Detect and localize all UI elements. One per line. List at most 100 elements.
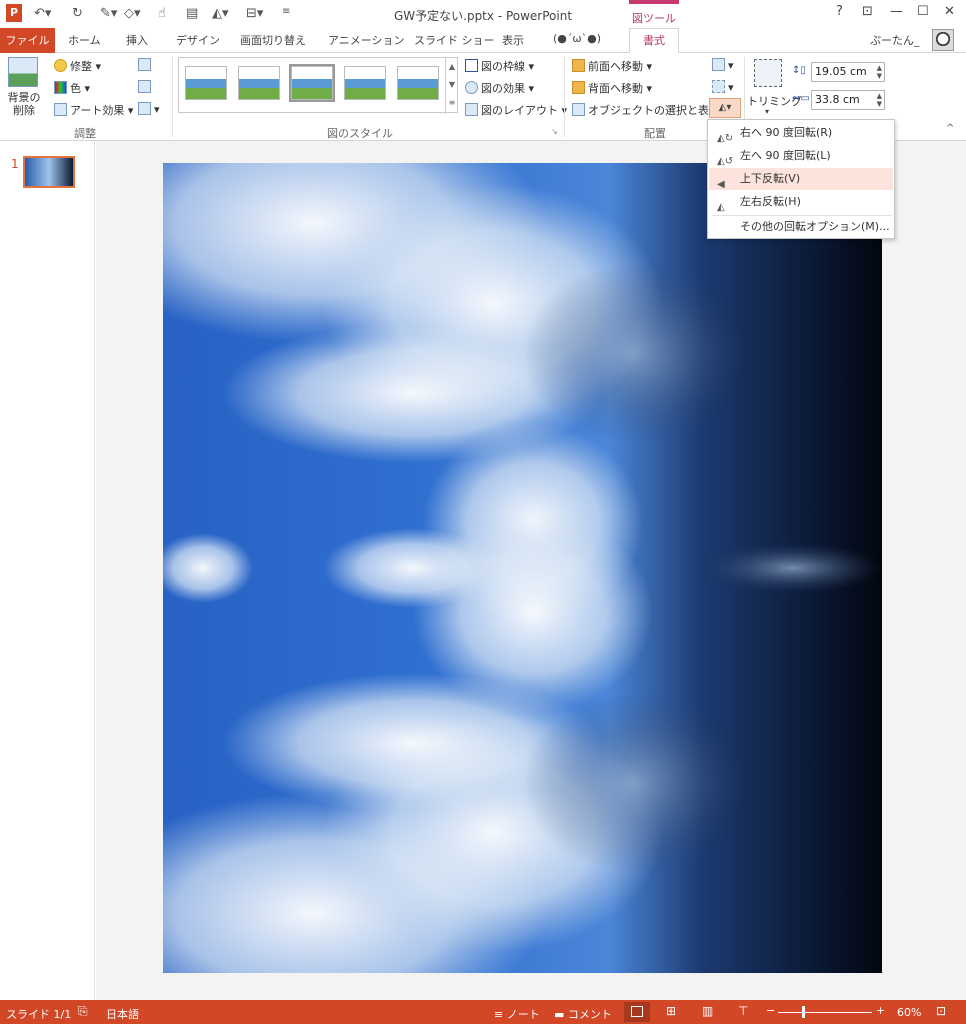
compress-pictures-icon[interactable] [138,58,154,72]
user-name[interactable]: ぷーたん_ [870,32,920,48]
change-picture-icon[interactable] [138,80,154,94]
tab-format[interactable]: 書式 [629,28,679,54]
tab-custom[interactable]: (●´ω`●) [553,32,601,45]
selection-pane-button[interactable]: オブジェクトの選択と表示 [572,102,720,118]
normal-view-button[interactable] [624,1002,650,1022]
help-button[interactable]: ? [836,4,843,19]
picture-tools-label: 図ツール [632,12,676,25]
reset-picture-icon[interactable]: ▾ [138,102,160,116]
picture-layout-label: 図のレイアウト [481,104,558,117]
picture-tools-context: 図ツール [629,0,679,28]
window-title: GW予定ない.pptx - PowerPoint [393,9,573,23]
rotate-left-90-item[interactable]: ◭↺ 左へ 90 度回転(L) [709,145,893,167]
zoom-level[interactable]: 60% [897,1006,921,1019]
group-divider [172,57,173,137]
comments-icon: ▬ [554,1008,568,1021]
reading-view-icon[interactable]: ▥ [702,1004,713,1018]
user-avatar[interactable] [932,29,954,51]
style-thumb-1[interactable] [185,66,227,100]
rotate-right-90-item[interactable]: ◭↻ 右へ 90 度回転(R) [709,122,893,144]
flip-vertical-item[interactable]: ◀ 上下反転(V) [709,168,893,190]
artistic-effects-label: アート効果 [70,104,125,117]
rotate-left-label: 左へ 90 度回転(L) [740,149,831,162]
picture-layout-button[interactable]: 図のレイアウト ▾ [465,102,567,118]
picture-effects-button[interactable]: 図の効果 ▾ [465,80,534,96]
comments-label: コメント [567,1008,612,1021]
style-thumb-4[interactable] [344,66,386,100]
width-spinner[interactable]: ▲ ▼ [877,92,882,108]
comments-button[interactable]: ▬ コメント [554,1006,612,1022]
gallery-scroll[interactable]: ▲ ▼ ≡ [445,58,458,114]
corrections-button[interactable]: 修整 ▾ [54,58,101,74]
spell-check-icon[interactable]: ⎘ [78,1004,88,1019]
picture-border-icon [465,59,478,72]
rotate-icon: ◭▾ [718,102,732,113]
more-rotation-options-item[interactable]: その他の回転オプション(M)... [709,216,893,238]
width-value: 33.8 cm [815,93,860,106]
style-thumb-5[interactable] [397,66,439,100]
align-icon[interactable]: ▾ [712,58,734,72]
tab-file[interactable]: ファイル [0,28,55,53]
slide-indicator: スライド 1/1 [6,1008,72,1021]
color-button[interactable]: 色 ▾ [54,80,90,96]
fit-to-window-icon[interactable]: ⊡ [936,1004,946,1018]
rotate-menu: ◭↻ 右へ 90 度回転(R) ◭↺ 左へ 90 度回転(L) ◀ 上下反転(V) ◭… [707,119,895,239]
rotate-right-label: 右へ 90 度回転(R) [740,126,833,139]
zoom-slider-thumb[interactable] [802,1006,805,1018]
normal-view-icon [631,1006,643,1017]
status-bar: スライド 1/1 ⎘ 日本語 ≡ ノート ▬ コメント ⊞ ▥ ⊤ − + 60… [0,1000,966,1024]
bring-forward-icon [572,59,585,72]
flip-horizontal-item[interactable]: ◭ 左右反転(H) [709,191,893,213]
slide-thumbnail[interactable] [23,156,75,188]
rotate-button[interactable]: ◭▾ [709,98,741,118]
bring-forward-label: 前面へ移動 [588,60,643,73]
bring-forward-button[interactable]: 前面へ移動 ▾ [572,58,652,74]
zoom-in-button[interactable]: + [876,1004,885,1017]
tab-view[interactable]: 表示 [502,32,524,48]
slideshow-icon[interactable]: ⊤ [738,1004,748,1018]
notes-button[interactable]: ≡ ノート [494,1006,540,1022]
tab-design[interactable]: デザイン [176,32,220,48]
picture-styles-gallery[interactable]: ▲ ▼ ≡ [178,57,458,114]
group-icon[interactable]: ▾ [712,80,734,94]
sky-cloud-picture[interactable] [163,163,882,973]
zoom-out-button[interactable]: − [766,1004,775,1017]
tab-insert[interactable]: 挿入 [126,32,148,48]
picture-border-label: 図の枠線 [481,60,525,73]
artistic-effects-button[interactable]: アート効果 ▾ [54,102,133,118]
maximize-button[interactable]: ☐ [917,4,929,19]
language-indicator[interactable]: 日本語 [106,1006,139,1022]
height-value: 19.05 cm [815,65,867,78]
picture-border-button[interactable]: 図の枠線 ▾ [465,58,534,74]
tab-slideshow[interactable]: スライド ショー [414,32,495,48]
slide-number: 1 [11,157,19,171]
collapse-ribbon-icon[interactable]: ^ [946,123,954,134]
height-icon: ↕▯ [792,65,806,76]
close-button[interactable]: ✕ [944,4,955,19]
send-backward-button[interactable]: 背面へ移動 ▾ [572,80,652,96]
crop-dropdown-icon[interactable]: ▾ [765,107,769,116]
slide-sorter-icon[interactable]: ⊞ [666,1004,676,1018]
width-field[interactable]: 33.8 cm ▲ ▼ [811,90,885,110]
adjust-group-label: 調整 [74,127,96,140]
style-thumb-3[interactable] [289,64,335,102]
title-bar: P ↶▾ ↻ ✎▾ ◇▾ ☝ ▤ ◭▾ ⊟▾ ≡ GW予定ない.pptx - P… [0,0,966,28]
tab-home[interactable]: ホーム [68,32,101,48]
height-spinner[interactable]: ▲ ▼ [877,64,882,80]
height-field[interactable]: 19.05 cm ▲ ▼ [811,62,885,82]
corrections-icon [54,59,67,72]
style-thumb-2[interactable] [238,66,280,100]
minimize-button[interactable]: — [890,4,903,19]
zoom-slider[interactable] [778,1012,872,1013]
remove-background-icon[interactable] [8,57,38,87]
tab-animations[interactable]: アニメーション [328,32,405,48]
remove-background-button[interactable]: 背景の削除 [4,91,44,117]
flip-horizontal-label: 左右反転(H) [740,195,801,208]
notes-icon: ≡ [494,1008,507,1021]
ribbon-display-button[interactable]: ⊡ [862,4,873,19]
crop-icon[interactable] [754,59,782,87]
more-rotation-options-label: その他の回転オプション(M)... [740,220,890,233]
tab-transitions[interactable]: 画面切り替え [240,32,306,48]
dialog-launcher-icon[interactable]: ↘ [551,127,558,136]
styles-group-label: 図のスタイル [327,127,393,140]
